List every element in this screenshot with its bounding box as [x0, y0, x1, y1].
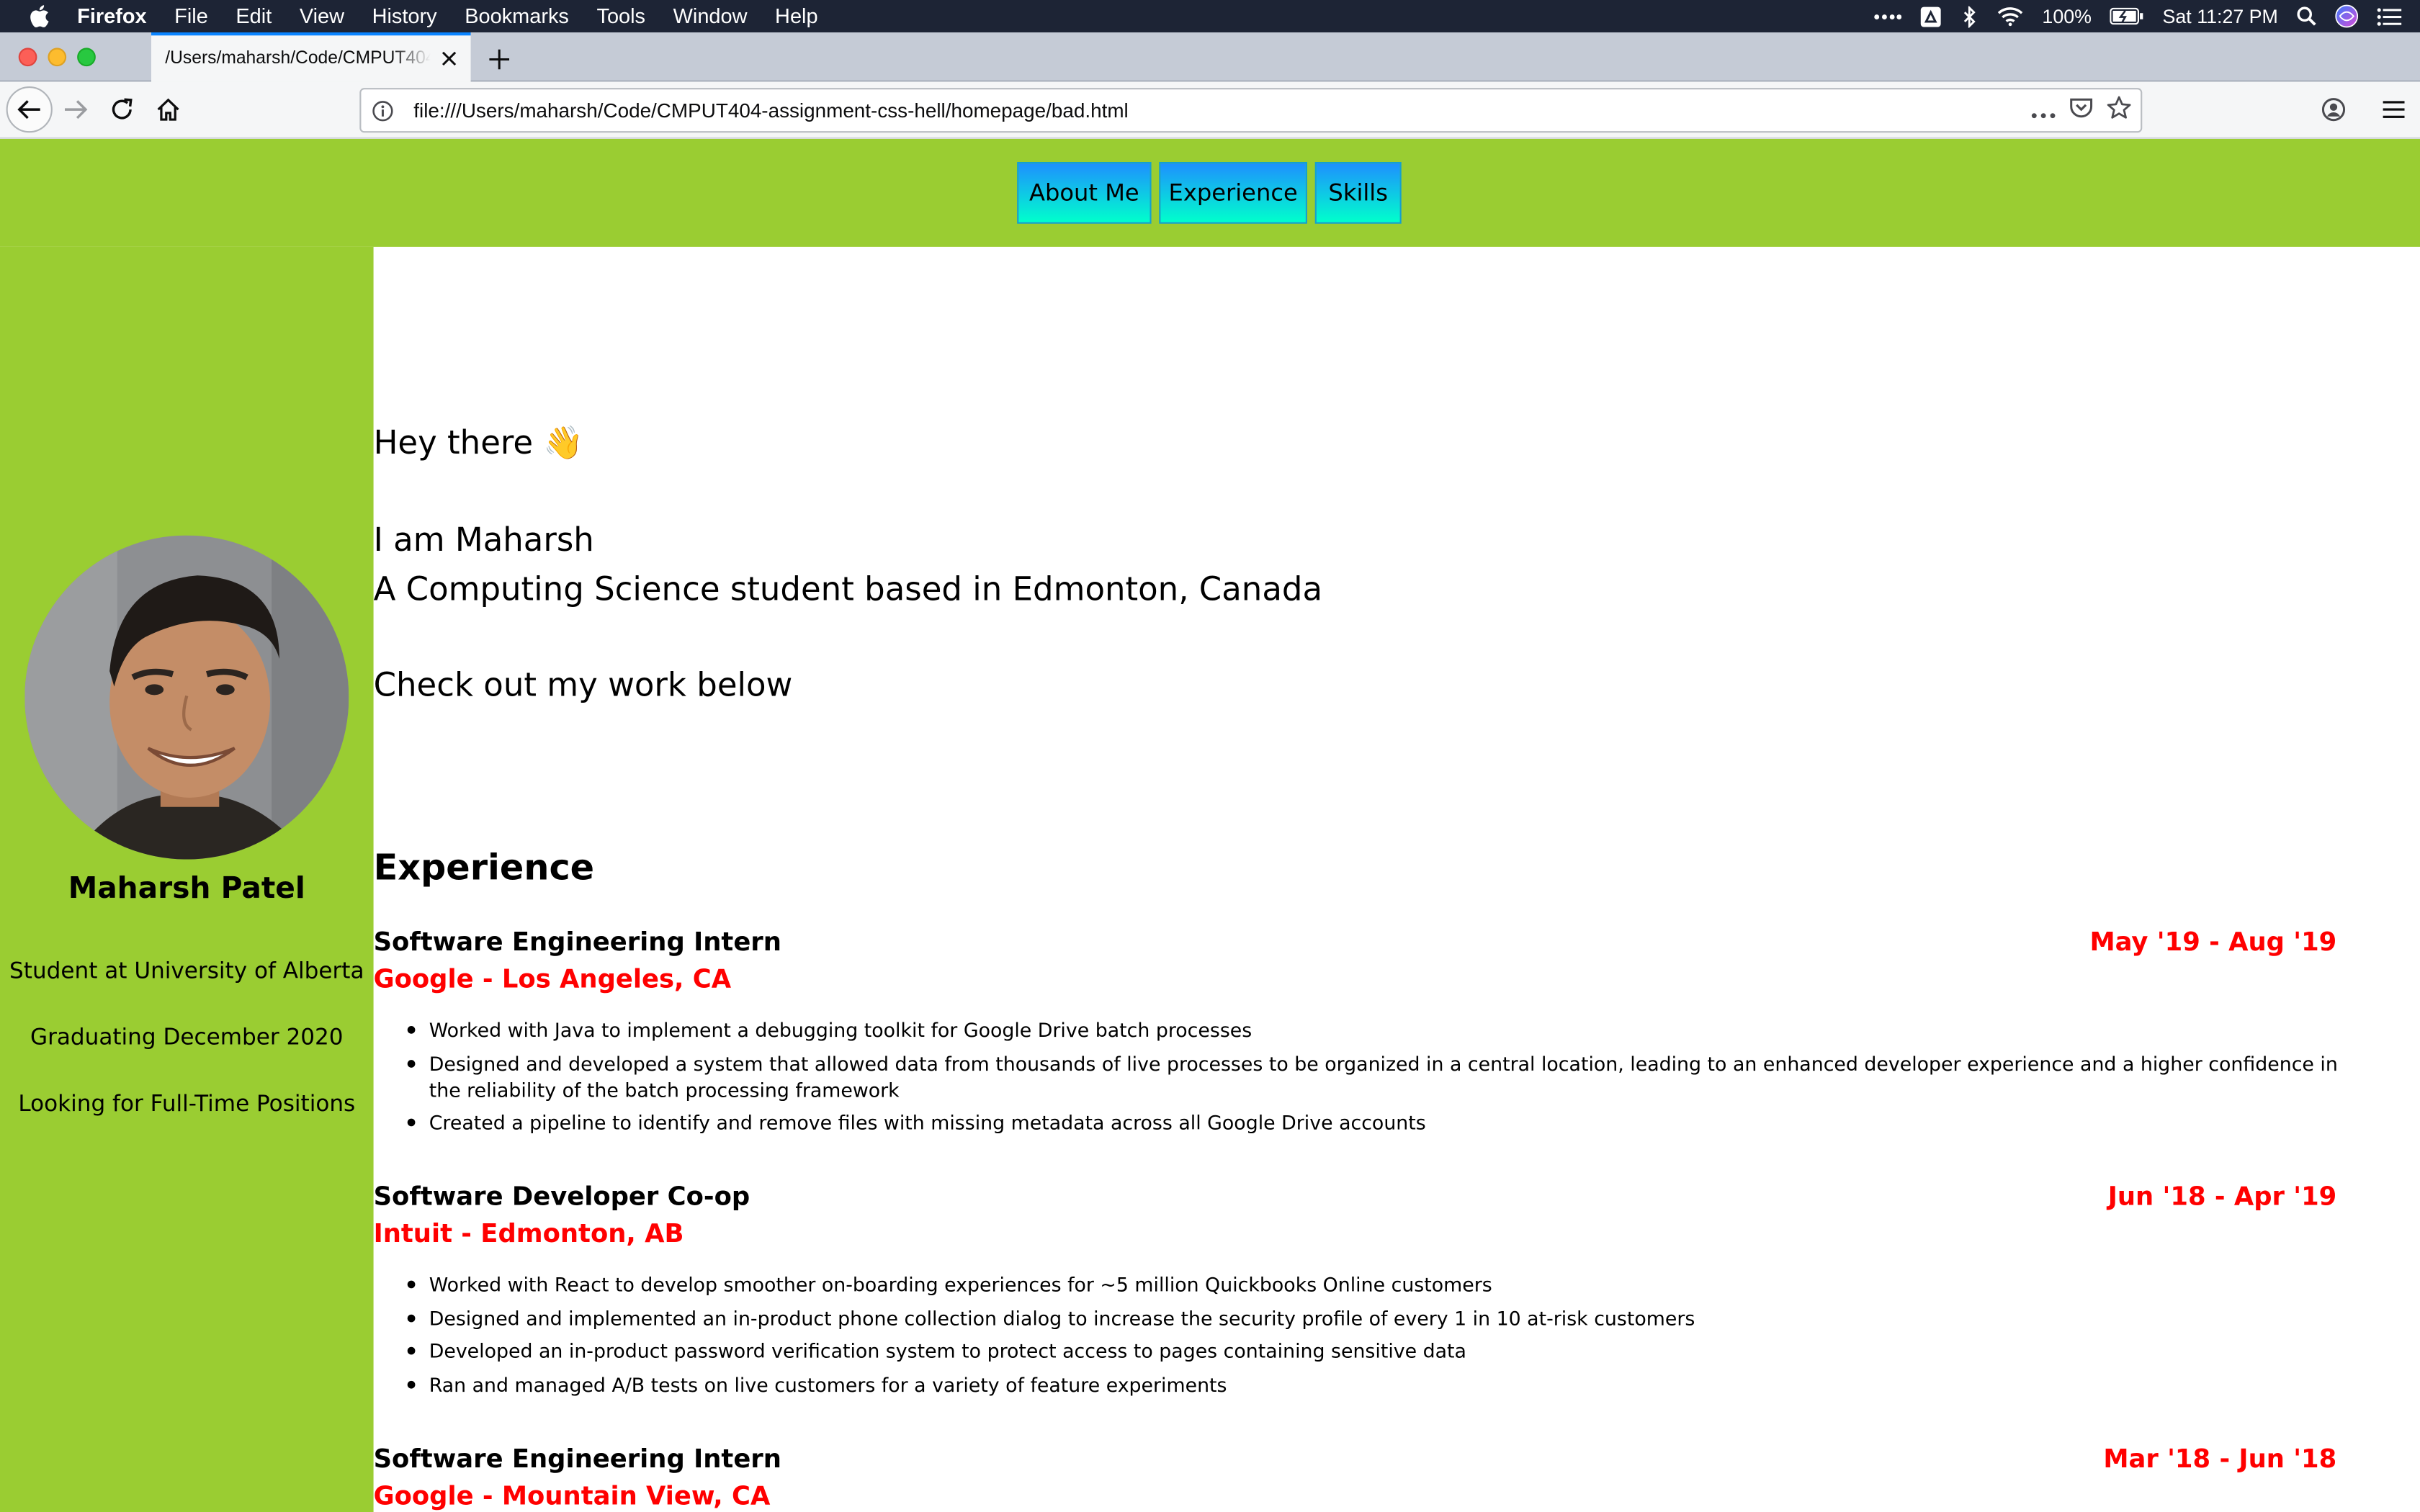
home-icon[interactable]	[147, 88, 190, 131]
menu-help[interactable]: Help	[775, 4, 817, 27]
profile-graduation: Graduating December 2020	[30, 1026, 344, 1051]
pocket-icon[interactable]	[2070, 96, 2093, 125]
nav-experience-button[interactable]: Experience	[1159, 162, 1307, 224]
menu-edit[interactable]: Edit	[236, 4, 272, 27]
page-actions-dots-icon[interactable]	[2031, 96, 2056, 125]
intro-greeting: Hey there 👋	[373, 424, 584, 462]
site-nav: About Me Experience Skills	[0, 138, 2420, 247]
job-bullet: Worked with React to develop smoother on…	[407, 1272, 2340, 1297]
nav-skills-button[interactable]: Skills	[1314, 162, 1402, 224]
back-arrow-icon[interactable]	[6, 86, 53, 133]
new-tab-plus-icon[interactable]	[483, 43, 514, 74]
job-bullet: Created a pipeline to identify and remov…	[407, 1110, 2340, 1135]
window-zoom-button[interactable]	[77, 48, 96, 67]
profile-sidebar: Maharsh Patel Student at University of A…	[0, 246, 374, 1512]
job-title: Software Developer Co-op	[373, 1182, 750, 1212]
menu-view[interactable]: View	[300, 4, 344, 27]
browser-tab-active[interactable]: /Users/maharsh/Code/CMPUT404-assignment-…	[151, 32, 471, 82]
bookmark-star-icon[interactable]	[2107, 96, 2131, 125]
tab-strip: /Users/maharsh/Code/CMPUT404-assignment-…	[0, 32, 2420, 82]
battery-icon[interactable]	[2110, 0, 2144, 32]
clock[interactable]: Sat 11:27 PM	[2163, 6, 2278, 27]
intro-description: A Computing Science student based in Edm…	[373, 570, 1323, 608]
url-actions	[2031, 89, 2131, 131]
more-dots-icon[interactable]	[1874, 0, 1902, 32]
menu-app-name[interactable]: Firefox	[77, 4, 146, 27]
job-bullet: Ran and managed A/B tests on live custom…	[407, 1371, 2340, 1397]
job-bullet: Developed an in-product password verific…	[407, 1338, 2340, 1364]
job-company: Intuit - Edmonton, AB	[373, 1218, 684, 1248]
job-title: Software Engineering Intern	[373, 1444, 781, 1474]
window-minimize-button[interactable]	[48, 48, 67, 67]
window-close-button[interactable]	[18, 48, 37, 67]
account-icon[interactable]	[2312, 88, 2355, 131]
job-dates: Mar '18 - Jun '18	[2103, 1444, 2337, 1474]
menu-file[interactable]: File	[174, 4, 208, 27]
forward-arrow-icon[interactable]	[54, 88, 97, 131]
tab-close-icon[interactable]	[436, 46, 461, 71]
experience-heading: Experience	[373, 848, 595, 889]
profile-name: Maharsh Patel	[68, 871, 305, 906]
status-area: 100% Sat 11:27 PM	[1874, 0, 2402, 32]
job-bullet: Worked with Java to implement a debuggin…	[407, 1017, 2340, 1043]
job-bullet: Designed and developed a system that all…	[407, 1050, 2340, 1102]
wifi-icon[interactable]	[1997, 0, 2023, 32]
job-dates: Jun '18 - Apr '19	[2107, 1182, 2337, 1212]
menu-window[interactable]: Window	[673, 4, 748, 27]
job-company: Google - Los Angeles, CA	[373, 964, 732, 994]
web-page: About Me Experience Skills Maharsh Patel…	[0, 138, 2420, 1512]
page-info-icon[interactable]	[370, 98, 395, 122]
navigation-toolbar: file:///Users/maharsh/Code/CMPUT404-assi…	[0, 81, 2420, 139]
nav-about-me-button[interactable]: About Me	[1017, 162, 1152, 224]
menu-bookmarks[interactable]: Bookmarks	[465, 4, 569, 27]
intro-call-to-action: Check out my work below	[373, 666, 793, 704]
apple-icon[interactable]	[30, 4, 51, 28]
job-bullet: Designed and implemented an in-product p…	[407, 1305, 2340, 1331]
profile-status: Looking for Full-Time Positions	[18, 1092, 356, 1117]
job-company: Google - Mountain View, CA	[373, 1481, 771, 1511]
job-title: Software Engineering Intern	[373, 927, 781, 957]
menu-tools[interactable]: Tools	[596, 4, 645, 27]
url-bar[interactable]: file:///Users/maharsh/Code/CMPUT404-assi…	[359, 88, 2143, 133]
siri-icon[interactable]	[2335, 0, 2359, 32]
profile-school: Student at University of Alberta	[9, 959, 364, 985]
tab-title: /Users/maharsh/Code/CMPUT404-assignment-…	[165, 49, 431, 68]
job-dates: May '19 - Aug '19	[2089, 927, 2337, 957]
job-bullets: Worked with Java to implement a debuggin…	[407, 1017, 2340, 1143]
reload-icon[interactable]	[100, 88, 143, 131]
url-text[interactable]: file:///Users/maharsh/Code/CMPUT404-assi…	[413, 99, 1128, 122]
menu-history[interactable]: History	[372, 4, 437, 27]
drive-icon[interactable]	[1920, 0, 1942, 32]
main-content: Hey there 👋 I am Maharsh A Computing Sci…	[374, 247, 2420, 1512]
hamburger-menu-icon[interactable]	[2372, 88, 2416, 131]
intro-name: I am Maharsh	[373, 521, 594, 559]
avatar	[24, 535, 349, 860]
bluetooth-icon[interactable]	[1960, 0, 1979, 32]
battery-percent: 100%	[2042, 5, 2092, 27]
notification-center-icon[interactable]	[2377, 0, 2402, 32]
screen: Firefox File Edit View History Bookmarks…	[0, 0, 2420, 1512]
spotlight-search-icon[interactable]	[2297, 0, 2317, 32]
menu-bar: Firefox File Edit View History Bookmarks…	[0, 0, 2420, 32]
job-bullets: Worked with React to develop smoother on…	[407, 1272, 2340, 1404]
